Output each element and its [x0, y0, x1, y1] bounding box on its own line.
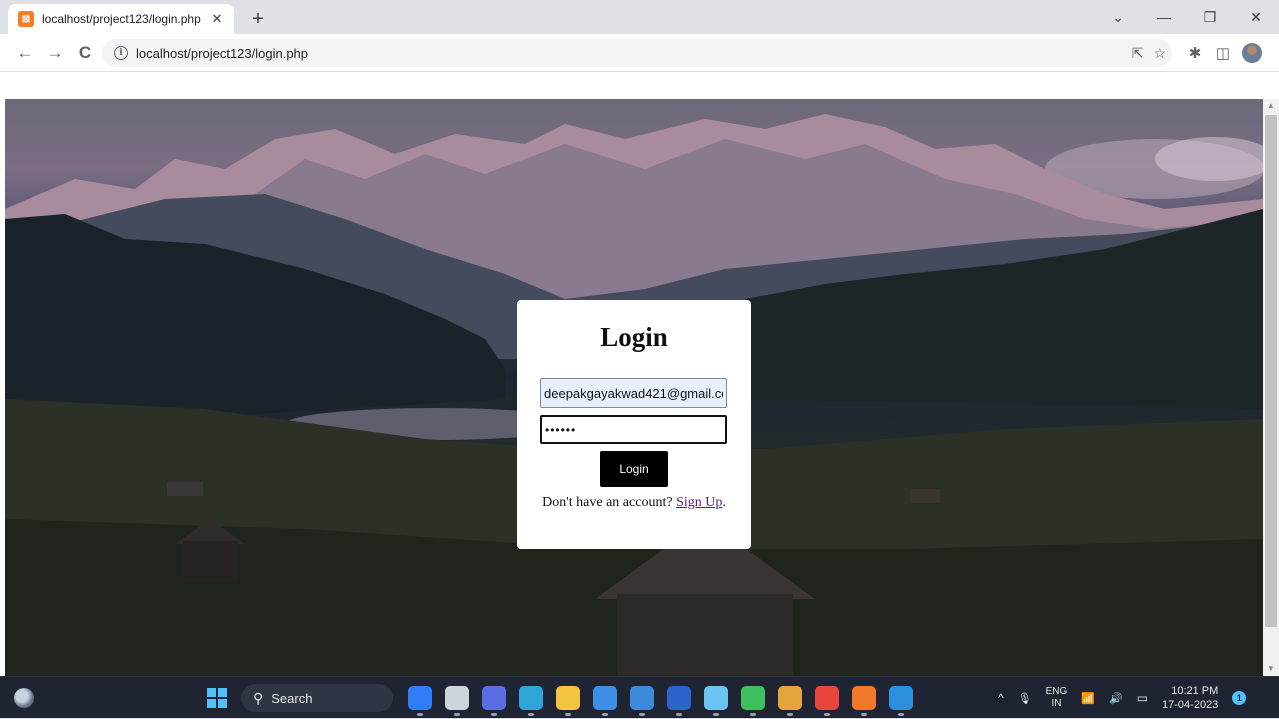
xampp-favicon-icon: ⊠ [18, 11, 34, 27]
signup-prompt: Don't have an account? Sign Up. [517, 495, 751, 511]
side-panel-icon[interactable]: ◫ [1214, 44, 1232, 62]
clock[interactable]: 10:21 PM 17-04-2023 [1162, 684, 1218, 712]
taskbar: ⚲ Search ^ 🎙 ENG IN 📶 🔊 ▭ 10:21 PM 17-04… [0, 676, 1279, 718]
page-scrollbar[interactable]: ▲ ▼ [1263, 99, 1279, 676]
lang-line1: ENG [1045, 686, 1068, 697]
weather-widget-icon[interactable] [14, 688, 34, 708]
wifi-icon[interactable]: 📶 [1081, 692, 1095, 705]
taskbar-apps [408, 684, 913, 716]
scroll-thumb[interactable] [1265, 115, 1277, 627]
browser-tab-bar: ⊠ localhost/project123/login.php ✕ + ⌄ —… [0, 0, 1279, 34]
volume-icon[interactable]: 🔊 [1109, 692, 1123, 705]
mydp-icon[interactable] [593, 686, 617, 716]
browser-toolbar: ← → C i localhost/project123/login.php ⇱… [0, 34, 1279, 72]
clock-date: 17-04-2023 [1162, 699, 1219, 711]
page-viewport: Login Login Don't have an account? Sign … [0, 72, 1279, 676]
tab-title: localhost/project123/login.php [42, 12, 201, 26]
word-icon[interactable] [667, 686, 691, 716]
email-input[interactable] [540, 378, 727, 408]
login-button[interactable]: Login [600, 451, 668, 487]
restore-button[interactable]: ❐ [1187, 0, 1233, 34]
running-indicator [713, 713, 719, 716]
signup-link[interactable]: Sign Up [676, 495, 722, 510]
system-tray: ^ 🎙 ENG IN 📶 🔊 ▭ 10:21 PM 17-04-2023 1 [998, 677, 1247, 719]
running-indicator [602, 713, 608, 716]
running-indicator [824, 713, 830, 716]
scroll-down-icon[interactable]: ▼ [1263, 662, 1279, 676]
vscode-icon[interactable] [889, 686, 913, 716]
running-indicator [861, 713, 867, 716]
new-tab-button[interactable]: + [244, 6, 272, 32]
running-indicator [898, 713, 904, 716]
search-icon: ⚲ [253, 689, 264, 706]
language-indicator[interactable]: ENG IN [1046, 686, 1068, 710]
close-window-button[interactable]: ✕ [1233, 0, 1279, 34]
extensions-icon[interactable]: ✱ [1186, 44, 1204, 62]
forward-button[interactable]: → [42, 40, 68, 66]
running-indicator [676, 713, 682, 716]
share-icon[interactable]: ⇱ [1132, 45, 1144, 62]
start-button[interactable] [207, 688, 227, 708]
task-view-icon[interactable] [445, 686, 469, 716]
edge-icon[interactable] [519, 686, 543, 716]
show-hidden-icons-icon[interactable]: ^ [998, 691, 1004, 705]
file-explorer-icon[interactable] [556, 686, 580, 716]
running-indicator [491, 713, 497, 716]
running-indicator [750, 713, 756, 716]
address-bar[interactable]: i localhost/project123/login.php ⇱ ☆ [102, 39, 1172, 67]
password-input[interactable] [540, 415, 727, 444]
running-indicator [417, 713, 423, 716]
meet-icon[interactable] [482, 686, 506, 716]
running-indicator [454, 713, 460, 716]
site-info-icon[interactable]: i [114, 46, 128, 60]
signup-suffix-text: . [722, 495, 726, 510]
bookmark-star-icon[interactable]: ☆ [1153, 45, 1166, 62]
store-icon[interactable] [630, 686, 654, 716]
window-controls: ⌄ — ❐ ✕ [1095, 0, 1279, 34]
microphone-icon[interactable]: 🎙 [1018, 692, 1032, 705]
running-indicator [639, 713, 645, 716]
close-tab-icon[interactable]: ✕ [208, 10, 226, 28]
url-text[interactable]: localhost/project123/login.php [136, 46, 308, 61]
browser-tab[interactable]: ⊠ localhost/project123/login.php ✕ [8, 4, 234, 34]
search-label: Search [271, 690, 313, 706]
notification-badge[interactable]: 1 [1232, 691, 1247, 705]
browser-menu-icon[interactable]: ⋮ [1272, 44, 1279, 62]
running-indicator [528, 713, 534, 716]
login-card: Login Login Don't have an account? Sign … [517, 300, 751, 549]
battery-icon[interactable]: ▭ [1137, 691, 1148, 705]
paint-icon[interactable] [778, 686, 802, 716]
taskbar-search[interactable]: ⚲ Search [241, 684, 393, 712]
lang-line2: IN [1051, 698, 1062, 709]
login-title: Login [600, 322, 668, 352]
whatsapp-icon[interactable] [741, 686, 765, 716]
running-indicator [565, 713, 571, 716]
back-button[interactable]: ← [12, 40, 38, 66]
xampp-icon[interactable] [852, 686, 876, 716]
minimize-button[interactable]: — [1141, 0, 1187, 34]
profile-avatar[interactable] [1242, 43, 1262, 63]
notepad-icon[interactable] [704, 686, 728, 716]
signup-prefix-text: Don't have an account? [542, 495, 677, 510]
bing-icon[interactable] [408, 686, 432, 716]
running-indicator [787, 713, 793, 716]
tab-search-button[interactable]: ⌄ [1095, 0, 1141, 34]
reload-button[interactable]: C [72, 40, 98, 66]
clock-time: 10:21 PM [1171, 685, 1219, 697]
chrome-icon[interactable] [815, 686, 839, 716]
scroll-up-icon[interactable]: ▲ [1263, 99, 1279, 113]
